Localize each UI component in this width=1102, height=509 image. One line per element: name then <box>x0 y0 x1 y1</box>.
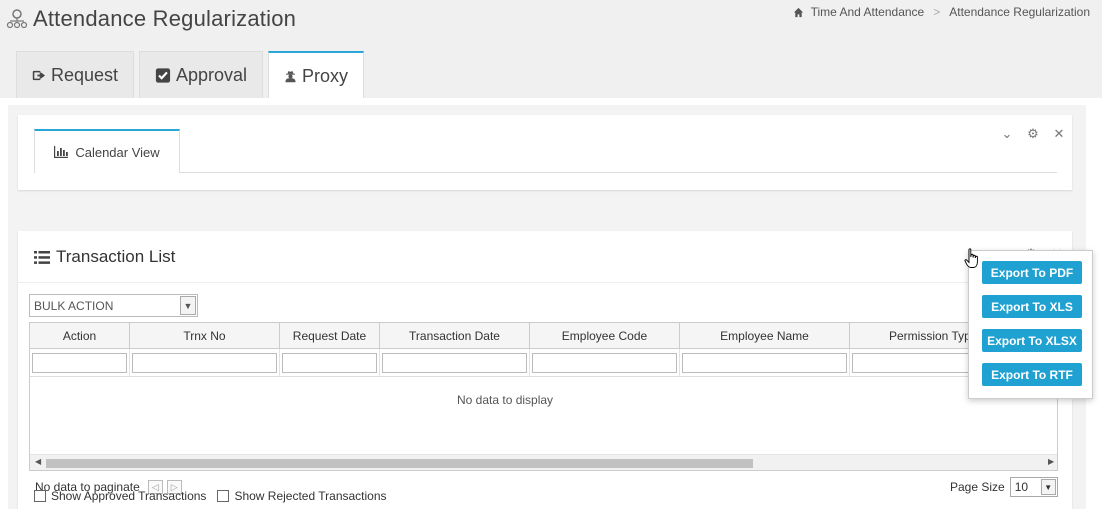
export-menu: Export To PDF Export To XLS Export To XL… <box>968 250 1093 399</box>
filter-action-input[interactable] <box>32 353 127 373</box>
filter-cell <box>30 349 130 377</box>
horizontal-scrollbar[interactable]: ◀ ▶ <box>30 454 1057 470</box>
gear-icon[interactable]: ⚙ <box>1026 126 1040 141</box>
checkbox-box[interactable] <box>34 490 46 502</box>
tab-calendar-view[interactable]: Calendar View <box>34 129 180 173</box>
close-icon[interactable]: ✕ <box>1052 126 1066 141</box>
chevron-down-icon[interactable]: ▼ <box>180 296 196 315</box>
user-secret-icon <box>285 70 296 82</box>
filter-cell <box>380 349 530 377</box>
filter-cell <box>680 349 850 377</box>
home-icon[interactable] <box>793 7 804 18</box>
breadcrumb-item-current: Attendance Regularization <box>949 5 1090 19</box>
show-rejected-checkbox[interactable]: Show Rejected Transactions <box>217 489 387 503</box>
content-area: Calendar View ⌄ ⚙ ✕ Transaction List ⌄ <box>8 105 1086 509</box>
tab-content: Calendar View ⌄ ⚙ ✕ Transaction List ⌄ <box>0 98 1102 509</box>
page-header: Attendance Regularization <box>6 6 296 32</box>
transaction-grid: Action Trnx No Request Date Transaction … <box>29 322 1058 471</box>
show-approved-checkbox[interactable]: Show Approved Transactions <box>34 489 206 503</box>
checkbox-icon <box>155 67 171 83</box>
export-xls-button[interactable]: Export To XLS <box>982 295 1082 318</box>
bulk-action-value: BULK ACTION <box>34 298 114 313</box>
page-size-select[interactable]: 10 ▼ <box>1009 477 1058 497</box>
panel-tools: ⌄ ⚙ ✕ <box>988 126 1066 141</box>
column-header-employee-code[interactable]: Employee Code <box>530 323 680 349</box>
filter-request-date-input[interactable] <box>282 353 377 373</box>
transaction-list-panel: Transaction List ⌄ ⚙ ✕ BULK ACTION ▼ Act… <box>18 231 1072 509</box>
tab-calendar-view-label: Calendar View <box>75 144 160 160</box>
filter-cell <box>130 349 280 377</box>
bulk-action-select[interactable]: BULK ACTION ▼ <box>29 294 198 317</box>
transaction-list-title: Transaction List <box>56 247 176 266</box>
show-approved-label: Show Approved Transactions <box>51 489 207 503</box>
tab-approval-label: Approval <box>175 64 247 85</box>
export-rtf-button[interactable]: Export To RTF <box>982 363 1082 386</box>
grid-header: Action Trnx No Request Date Transaction … <box>30 323 1057 349</box>
transaction-list-header: Transaction List <box>34 247 175 267</box>
chevron-down-icon[interactable]: ⌄ <box>1000 126 1014 141</box>
column-header-transaction-date[interactable]: Transaction Date <box>380 323 530 349</box>
list-icon <box>34 250 50 264</box>
filter-transaction-date-input[interactable] <box>382 353 527 373</box>
calendar-panel: Calendar View ⌄ ⚙ ✕ <box>18 115 1072 190</box>
page-title: Attendance Regularization <box>33 6 297 31</box>
filter-trnx-no-input[interactable] <box>132 353 277 373</box>
filter-employee-name-input[interactable] <box>682 353 847 373</box>
header-divider <box>18 282 1072 283</box>
transaction-filters: Show Approved Transactions Show Rejected… <box>34 489 398 503</box>
export-pdf-button[interactable]: Export To PDF <box>982 261 1082 284</box>
bar-chart-icon <box>54 146 69 158</box>
show-rejected-label: Show Rejected Transactions <box>234 489 387 503</box>
scroll-right-icon[interactable]: ▶ <box>1048 457 1054 466</box>
hand-pointer-icon <box>964 248 978 268</box>
tab-divider <box>179 172 1057 173</box>
page-size: Page Size 10 ▼ <box>950 477 1058 497</box>
scroll-left-icon[interactable]: ◀ <box>35 457 41 466</box>
sign-out-icon <box>32 70 46 80</box>
column-header-trnx-no[interactable]: Trnx No <box>130 323 280 349</box>
checkbox-box[interactable] <box>217 490 230 502</box>
breadcrumb-item-time-attendance[interactable]: Time And Attendance <box>811 5 925 19</box>
tab-proxy-label: Proxy <box>301 65 348 86</box>
breadcrumb: Time And Attendance > Attendance Regular… <box>793 5 1090 19</box>
tab-request-label: Request <box>50 64 118 85</box>
scrollbar-thumb[interactable] <box>46 459 753 468</box>
export-xlsx-button[interactable]: Export To XLSX <box>982 329 1082 352</box>
tab-request[interactable]: Request <box>16 51 134 98</box>
page-size-label: Page Size <box>950 480 1005 494</box>
column-header-request-date[interactable]: Request Date <box>280 323 380 349</box>
filter-cell <box>280 349 380 377</box>
grid-filter-row <box>30 349 1057 377</box>
no-data-message: No data to display <box>457 393 554 407</box>
tab-proxy[interactable]: Proxy <box>268 51 364 99</box>
filter-cell <box>530 349 680 377</box>
tab-approval[interactable]: Approval <box>139 51 263 98</box>
column-header-action[interactable]: Action <box>30 323 130 349</box>
column-header-employee-name[interactable]: Employee Name <box>680 323 850 349</box>
filter-employee-code-input[interactable] <box>532 353 677 373</box>
page-size-value: 10 <box>1014 480 1029 494</box>
breadcrumb-separator: > <box>933 5 941 19</box>
main-tabs: Request Approval Proxy <box>16 51 369 99</box>
chevron-down-icon[interactable]: ▼ <box>1040 479 1056 495</box>
org-chart-icon <box>6 9 28 29</box>
